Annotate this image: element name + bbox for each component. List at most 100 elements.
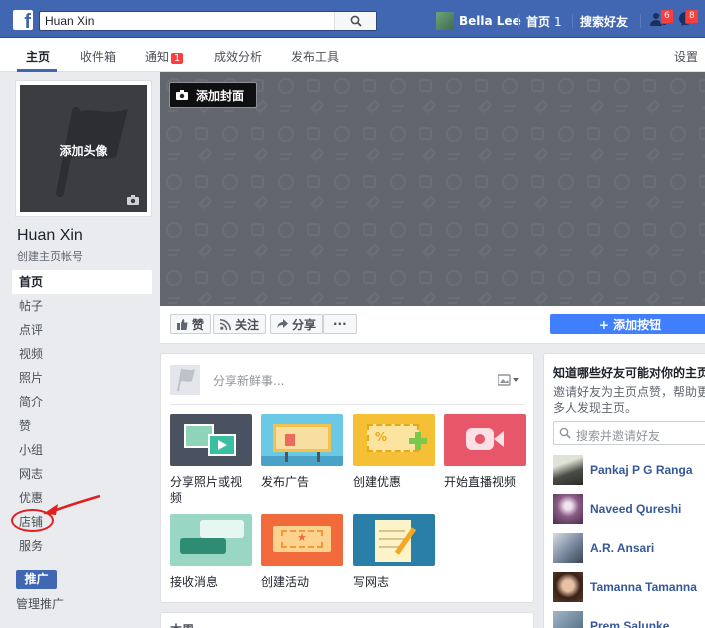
add-cover-label: 添加封面: [196, 88, 245, 103]
search-icon: [350, 15, 362, 27]
photo-dropdown-icon[interactable]: [498, 374, 520, 386]
tile-label: 分享照片或视频: [170, 475, 243, 505]
tile-label: 写网志: [353, 575, 390, 589]
photo-video-illustration: [170, 414, 252, 466]
get-messages-tile[interactable]: 接收消息: [170, 514, 252, 590]
friend-suggestion[interactable]: Pankaj P G Ranga: [553, 455, 693, 485]
go-live-tile[interactable]: 开始直播视频: [444, 414, 526, 490]
avatar: [553, 572, 583, 602]
facebook-logo-icon[interactable]: f: [13, 10, 33, 32]
sidebar-item-about[interactable]: 简介: [12, 390, 152, 414]
composer-card: 分享新鲜事... 分享照片或视频 发布广告 % 创建优惠 开始直播视频 接收消息…: [160, 353, 534, 603]
divider: [518, 14, 519, 28]
home-label: 首页: [526, 15, 551, 29]
thumbs-up-icon: [177, 318, 188, 330]
divider: [640, 14, 641, 28]
sidebar-item-reviews[interactable]: 点评: [12, 318, 152, 342]
friend-suggestion[interactable]: Tamanna Tamanna: [553, 572, 697, 602]
avatar: [436, 12, 454, 30]
invite-search-input[interactable]: 搜索并邀请好友: [553, 421, 705, 445]
chat-bubbles-illustration: [170, 514, 252, 566]
follow-label: 关注: [235, 317, 260, 332]
user-name: Bella Lee: [459, 14, 521, 28]
share-arrow-icon: [277, 319, 288, 329]
create-offer-tile[interactable]: % 创建优惠: [353, 414, 435, 490]
like-button[interactable]: 赞: [170, 314, 212, 334]
tile-label: 创建优惠: [353, 475, 402, 489]
active-tab-indicator: [17, 69, 57, 72]
friend-suggestion[interactable]: Naveed Qureshi: [553, 494, 681, 524]
page-title: Huan Xin: [17, 227, 83, 244]
page-tabs-bar: 主页 收件箱 通知 1 成效分析 发布工具 设置: [0, 38, 705, 72]
invite-description: 邀请好友为主页点赞，帮助更多人发现主页。: [553, 385, 705, 415]
advertise-tile[interactable]: 发布广告: [261, 414, 343, 490]
this-week-card: 本周: [160, 612, 534, 628]
camera-icon: [176, 90, 188, 100]
friend-requests-jewel[interactable]: 6: [650, 9, 674, 30]
profile-link[interactable]: Bella Lee: [436, 12, 521, 30]
tab-notifications[interactable]: 通知 1: [145, 48, 184, 65]
tab-notifications-label: 通知: [145, 50, 170, 64]
manage-promotions-link[interactable]: 管理推广: [16, 595, 64, 612]
promote-button[interactable]: 推广: [16, 570, 57, 589]
share-photo-video-tile[interactable]: 分享照片或视频: [170, 414, 252, 506]
composer-input[interactable]: 分享新鲜事...: [213, 372, 284, 389]
sidebar-item-photos[interactable]: 照片: [12, 366, 152, 390]
this-week-title: 本周: [170, 621, 194, 628]
divider: [170, 404, 524, 405]
tile-label: 发布广告: [261, 475, 310, 489]
create-handle-link[interactable]: 创建主页帐号: [17, 248, 83, 264]
friend-name: A.R. Ansari: [590, 541, 655, 555]
create-event-tile[interactable]: ★ 创建活动: [261, 514, 343, 590]
invite-friends-card: 知道哪些好友可能对你的主页 邀请好友为主页点赞，帮助更多人发现主页。 搜索并邀请…: [543, 353, 705, 628]
messages-jewel[interactable]: 8: [678, 9, 699, 30]
top-bar: f Huan Xin Bella Lee 首页 1 搜索好友 6 8: [0, 0, 705, 38]
friend-name: Naveed Qureshi: [590, 502, 682, 516]
camera-icon: [127, 195, 139, 205]
tab-publishing-tools[interactable]: 发布工具: [291, 48, 339, 65]
search-input[interactable]: Huan Xin: [45, 14, 94, 28]
sidebar-item-posts[interactable]: 帖子: [12, 294, 152, 318]
write-note-tile[interactable]: 写网志: [353, 514, 435, 590]
avatar: [553, 494, 583, 524]
profile-picture[interactable]: 添加头像: [15, 80, 152, 217]
friend-suggestion[interactable]: A.R. Ansari: [553, 533, 654, 563]
ticket-illustration: ★: [261, 514, 343, 566]
home-link[interactable]: 首页 1: [526, 13, 562, 30]
add-button[interactable]: + 添加按钮: [550, 314, 705, 334]
search-button[interactable]: [334, 12, 376, 30]
tile-label: 创建活动: [261, 575, 310, 589]
billboard-illustration: [261, 414, 343, 466]
friend-suggestion[interactable]: Prem Salunke: [553, 611, 669, 628]
tab-inbox[interactable]: 收件箱: [80, 48, 116, 65]
sidebar-item-videos[interactable]: 视频: [12, 342, 152, 366]
avatar: [553, 455, 583, 485]
share-label: 分享: [292, 317, 317, 332]
invite-search-placeholder: 搜索并邀请好友: [576, 429, 661, 443]
notifications-badge: 1: [171, 53, 184, 64]
tab-insights[interactable]: 成效分析: [214, 48, 262, 65]
avatar: [553, 611, 583, 628]
invite-title: 知道哪些好友可能对你的主页: [553, 366, 705, 380]
search-bar[interactable]: Huan Xin: [39, 11, 377, 31]
find-friends-link[interactable]: 搜索好友: [580, 13, 628, 30]
profile-picture-placeholder: 添加头像: [20, 85, 147, 212]
friend-name: Pankaj P G Ranga: [590, 463, 693, 477]
sidebar-item-home[interactable]: 首页: [12, 270, 152, 294]
messages-badge: 8: [685, 9, 699, 24]
home-count: 1: [554, 15, 562, 29]
follow-button[interactable]: 关注: [213, 314, 267, 334]
share-button[interactable]: 分享: [270, 314, 324, 334]
sidebar-item-services[interactable]: 服务: [12, 534, 152, 558]
divider: [572, 14, 573, 28]
tile-label: 接收消息: [170, 575, 219, 589]
tab-settings[interactable]: 设置: [674, 48, 698, 65]
sidebar-item-likes[interactable]: 赞: [12, 414, 152, 438]
tab-home[interactable]: 主页: [26, 48, 50, 65]
more-options-button[interactable]: ···: [323, 314, 357, 334]
sidebar-item-groups[interactable]: 小组: [12, 438, 152, 462]
like-label: 赞: [192, 317, 205, 332]
coupon-illustration: %: [353, 414, 435, 466]
add-cover-button[interactable]: 添加封面: [169, 82, 257, 108]
sidebar-item-notes[interactable]: 网志: [12, 462, 152, 486]
